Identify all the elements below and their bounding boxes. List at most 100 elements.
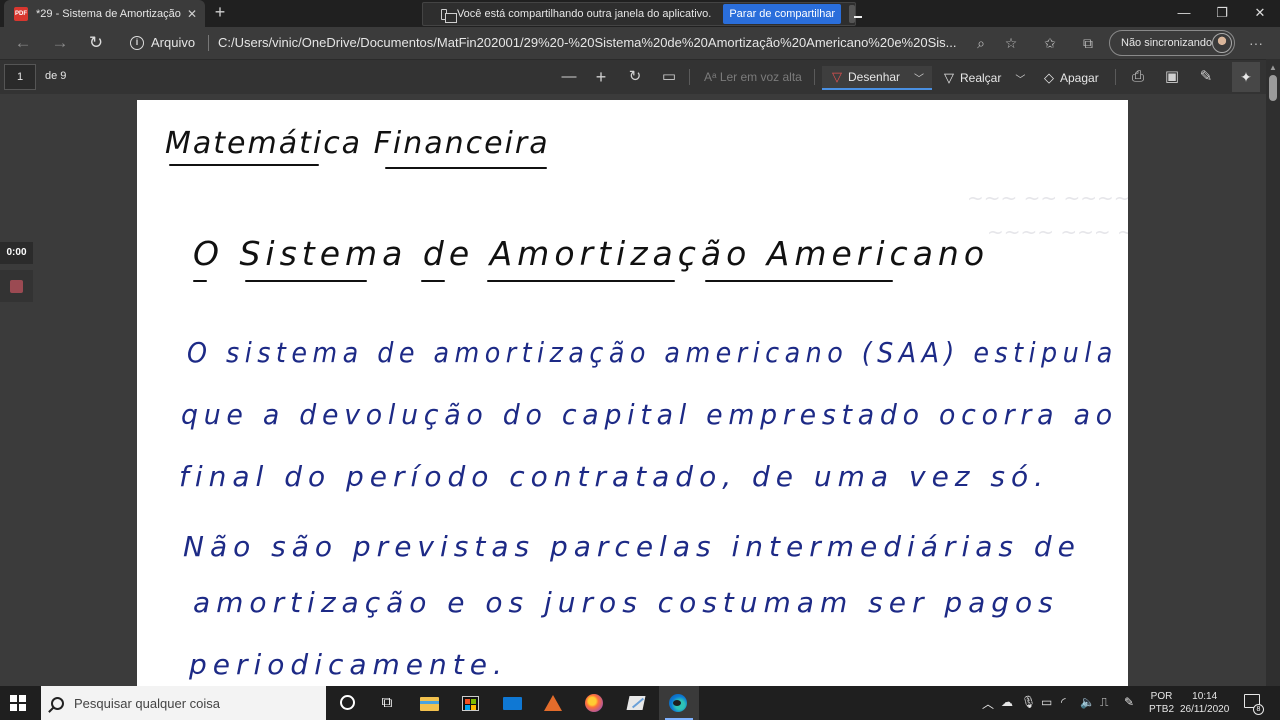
read-aloud-icon: Aᵃ <box>704 70 717 84</box>
new-tab-button[interactable]: + <box>210 3 230 23</box>
page-bleed-through: ~~~~ ~~~ ~~~~ <box>987 220 1128 244</box>
heading-underline <box>421 280 445 282</box>
close-window-button[interactable]: ✕ <box>1242 0 1278 27</box>
show-hidden-icons[interactable]: ︿ <box>982 695 994 712</box>
heading-underline <box>705 280 893 282</box>
stop-sharing-button[interactable]: Parar de compartilhar <box>723 4 842 24</box>
document-viewer[interactable]: ~~~ ~~ ~~~~ ~~ ~~~~ ~~ ~~~~ ~~~ ~~~~ Mat… <box>0 94 1266 686</box>
highlight-tool-button[interactable]: ▽ Realçar ﹀ <box>944 66 1025 90</box>
pen-icon: ▽ <box>832 69 842 84</box>
edge-browser-icon[interactable] <box>667 692 689 714</box>
fit-page-icon[interactable]: ▭ <box>659 66 679 88</box>
zoom-out-icon[interactable]: — <box>559 66 579 88</box>
back-arrow-icon[interactable]: ← <box>12 32 34 54</box>
taskbar-search-input[interactable]: Pesquisar qualquer coisa <box>41 686 326 720</box>
matlab-icon[interactable] <box>542 692 564 714</box>
scroll-up-icon[interactable]: ▲ <box>1269 63 1277 72</box>
recording-stop-button[interactable] <box>0 270 33 302</box>
chevron-down-icon[interactable]: ﹀ <box>914 70 924 85</box>
address-scheme-label: Arquivo <box>151 35 196 50</box>
pdf-file-icon: PDF <box>14 6 28 21</box>
erase-tool-button[interactable]: ◇ Apagar <box>1044 66 1099 90</box>
firefox-icon[interactable] <box>583 692 605 714</box>
battery-icon[interactable]: ▭ <box>1041 695 1052 709</box>
microphone-icon[interactable]: 🎙 <box>1021 695 1036 709</box>
address-toolbar: ← → ↻ i Arquivo C:/Users/vinic/OneDrive/… <box>0 27 1280 59</box>
forward-arrow-icon[interactable]: → <box>49 32 71 54</box>
tab-title: *29 - Sistema de Amortização Ar <box>36 7 181 20</box>
toolbar-divider <box>814 69 815 85</box>
recording-timer: 0:00 <box>0 242 33 264</box>
body-line: final do período contratado, de uma vez … <box>179 460 1050 493</box>
toolbar-divider <box>689 69 690 85</box>
drawing-app-icon[interactable] <box>625 692 647 714</box>
profile-avatar <box>1212 33 1232 53</box>
keyboard-layout: PTB2 <box>1149 704 1175 715</box>
draw-label: Desenhar <box>848 70 901 84</box>
system-clock[interactable]: 10:14 26/11/2020 <box>1180 690 1229 716</box>
file-explorer-icon[interactable] <box>418 692 440 714</box>
volume-icon[interactable]: 🔈 <box>1080 695 1095 709</box>
wifi-icon[interactable]: ◜ <box>1061 695 1066 709</box>
close-tab-icon[interactable]: ✕ <box>187 7 197 21</box>
task-view-icon[interactable]: ⧉ <box>376 692 398 714</box>
body-line: O sistema de amortização americano (SAA)… <box>187 336 1118 369</box>
highlight-label: Realçar <box>960 71 1002 85</box>
input-language[interactable]: POR PTB2 <box>1149 690 1174 716</box>
read-aloud-button[interactable]: Aᵃ Ler em voz alta <box>704 70 802 84</box>
windows-taskbar: Pesquisar qualquer coisa ⧉ ︿ ☁ 🎙 ▭ ◜ 🔈 ⎍… <box>0 686 1280 720</box>
zoom-in-icon[interactable]: + <box>591 66 611 88</box>
save-as-icon[interactable]: ✎ <box>1196 66 1216 88</box>
notification-count-badge: 8 <box>1253 704 1264 715</box>
store-icon[interactable] <box>459 692 481 714</box>
clock-date: 26/11/2020 <box>1180 704 1230 715</box>
save-icon[interactable]: ▣ <box>1162 66 1182 88</box>
profile-sync-button[interactable]: Não sincronizando <box>1109 30 1235 56</box>
page-total-label: de 9 <box>45 70 67 82</box>
body-line: que a devolução do capital emprestado oc… <box>181 398 1118 431</box>
highlighter-icon: ▽ <box>944 70 954 85</box>
pdf-page: ~~~ ~~ ~~~~ ~~ ~~~~ ~~ ~~~~ ~~~ ~~~~ Mat… <box>137 100 1128 686</box>
refresh-icon[interactable]: ↻ <box>85 32 107 54</box>
clock-time: 10:14 <box>1192 691 1218 702</box>
document-title: Matemática Financeira <box>165 126 550 161</box>
minimize-window-button[interactable]: — <box>1166 0 1202 27</box>
language-code: POR <box>1150 691 1173 702</box>
page-bleed-through: ~~~ ~~ ~~~~ ~~ ~~~~ ~~ <box>967 186 1128 210</box>
draw-tool-button[interactable]: ▽ Desenhar ﹀ <box>822 66 932 90</box>
browser-tab-active[interactable]: PDF *29 - Sistema de Amortização Ar ✕ <box>4 0 205 27</box>
vertical-scrollbar[interactable]: ▲ <box>1266 59 1280 686</box>
address-url-field[interactable]: C:/Users/vinic/OneDrive/Documentos/MatFi… <box>218 35 966 50</box>
windows-start-icon[interactable] <box>10 695 26 711</box>
body-line: Não são previstas parcelas intermediária… <box>183 530 1081 563</box>
site-info-icon[interactable]: i <box>130 36 144 50</box>
section-heading: O Sistema de Amortização Americano <box>193 234 990 273</box>
more-menu-icon[interactable]: ··· <box>1246 33 1266 53</box>
share-window-icon <box>441 8 457 23</box>
chevron-down-icon[interactable]: ﹀ <box>1015 71 1025 86</box>
stop-icon <box>10 280 23 293</box>
pin-toolbar-icon[interactable]: ✦ <box>1232 62 1260 92</box>
title-underline <box>385 167 547 169</box>
scrollbar-thumb[interactable] <box>1269 75 1277 101</box>
screen-share-banner: Você está compartilhando outra janela do… <box>422 2 862 26</box>
favorite-star-icon[interactable]: ☆ <box>1001 33 1021 53</box>
mail-icon[interactable] <box>501 692 523 714</box>
body-line: amortização e os juros costumam ser pago… <box>193 586 1059 619</box>
title-underline <box>169 164 319 166</box>
restore-window-button[interactable]: ❐ <box>1204 0 1240 27</box>
onedrive-icon[interactable]: ☁ <box>1001 695 1013 709</box>
favorites-list-icon[interactable]: ✩ <box>1040 33 1060 53</box>
zoom-icon[interactable]: ⌕ <box>971 33 991 53</box>
rotate-icon[interactable]: ↻ <box>625 66 645 88</box>
pen-workspace-icon[interactable]: ✎ <box>1124 695 1134 709</box>
network-icon[interactable]: ⎍ <box>1100 695 1108 710</box>
pdf-toolbar: 1 de 9 — + ↻ ▭ Aᵃ Ler em voz alta ▽ Dese… <box>0 59 1280 94</box>
print-icon[interactable]: ⎙ <box>1128 66 1148 88</box>
collections-icon[interactable]: ⧉ <box>1078 33 1098 53</box>
minimize-banner-button[interactable] <box>849 5 862 23</box>
page-number-input[interactable]: 1 <box>4 64 36 90</box>
eraser-icon: ◇ <box>1044 70 1054 85</box>
cortana-icon[interactable] <box>337 692 359 714</box>
body-line: periodicamente. <box>189 648 508 681</box>
